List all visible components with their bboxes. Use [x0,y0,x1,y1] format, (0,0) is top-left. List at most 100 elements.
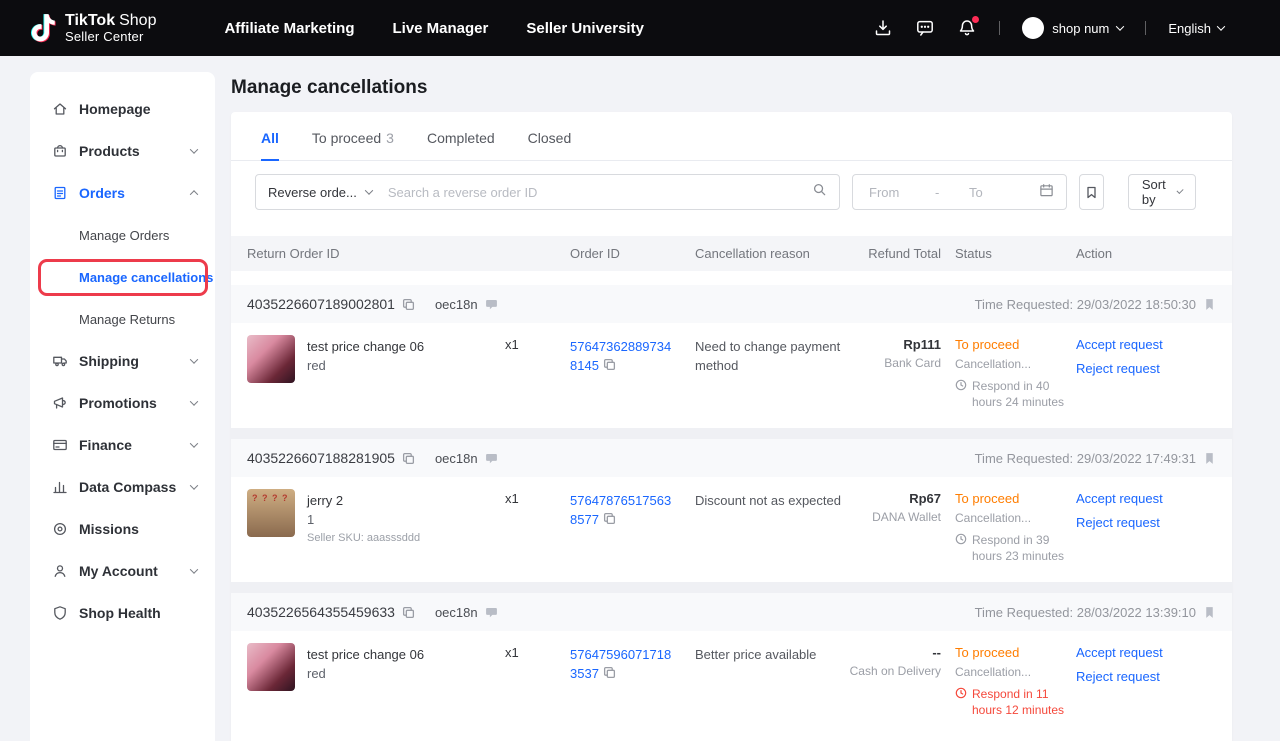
notifications-bell-icon[interactable] [957,18,977,38]
bookmark-icon[interactable] [1203,298,1216,311]
sidebar-label: Products [79,143,140,159]
order-id-link[interactable]: 576475960717183537 [570,647,671,681]
bar-chart-icon [52,479,68,495]
products-icon [52,143,68,159]
reject-request-link[interactable]: Reject request [1076,515,1216,531]
search-input[interactable] [388,185,812,200]
sidebar-item-shop-health[interactable]: Shop Health [30,592,215,634]
nav-affiliate-marketing[interactable]: Affiliate Marketing [224,20,354,37]
accept-request-link[interactable]: Accept request [1076,645,1216,661]
sort-by-button[interactable]: Sort by [1128,174,1196,210]
copy-icon[interactable] [402,452,415,465]
product-variant: red [307,356,424,375]
order-id-link[interactable]: 576473628897348145 [570,339,671,373]
nav-live-manager[interactable]: Live Manager [393,20,489,37]
divider [1145,21,1146,35]
search-group: Reverse orde... [255,174,840,210]
status-type: Cancellation... [955,665,1071,679]
product-thumbnail: ? ? ? ? [247,489,295,537]
date-range-picker[interactable]: From - To [852,174,1067,210]
table-header: Return Order ID Order ID Cancellation re… [231,236,1232,271]
respond-timer: Respond in 40 hours 24 minutes [955,378,1071,410]
bookmark-icon [1085,186,1098,199]
copy-icon[interactable] [402,298,415,311]
reject-request-link[interactable]: Reject request [1076,669,1216,685]
tab-completed[interactable]: Completed [427,130,495,160]
search-icon[interactable] [812,182,827,202]
bookmark-icon[interactable] [1203,452,1216,465]
chevron-down-icon [190,145,198,153]
sidebar-item-products[interactable]: Products [30,130,215,172]
chevron-down-icon [190,481,198,489]
sidebar-label: Missions [79,521,139,537]
chat-icon[interactable] [485,606,498,619]
buyer-name: oec18n [435,297,478,312]
status-type: Cancellation... [955,357,1071,371]
language-label: English [1168,21,1211,36]
copy-icon[interactable] [603,358,616,371]
reject-request-link[interactable]: Reject request [1076,361,1216,377]
copy-icon[interactable] [603,512,616,525]
tab-label: To proceed [312,130,381,146]
sidebar-item-promotions[interactable]: Promotions [30,382,215,424]
sidebar-item-manage-returns[interactable]: Manage Returns [30,298,215,340]
order-id-link[interactable]: 576478765175638577 [570,493,671,527]
sidebar: Homepage Products Orders Manage Orders M… [30,72,215,741]
chat-icon[interactable] [485,452,498,465]
order-item-row: ? ? ? ? jerry 2 1 Seller SKU: aaasssddd … [231,477,1232,582]
product-variant: red [307,664,424,683]
tab-closed[interactable]: Closed [528,130,572,160]
respond-timer: Respond in 39 hours 23 minutes [955,532,1071,564]
logo-text: TikTokShop Seller Center [65,12,156,44]
order-group-header: 4035226607189002801 oec18n Time Requeste… [231,285,1232,323]
sidebar-item-finance[interactable]: Finance [30,424,215,466]
copy-icon[interactable] [603,666,616,679]
sidebar-item-manage-orders[interactable]: Manage Orders [30,214,215,256]
accept-request-link[interactable]: Accept request [1076,337,1216,353]
seller-sku: Seller SKU: aaasssddd [307,532,420,544]
notification-badge [972,16,979,23]
sidebar-item-manage-cancellations[interactable]: Manage cancellations [30,256,215,298]
sidebar-item-data-compass[interactable]: Data Compass [30,466,215,508]
return-order-id: 4035226607188281905 [247,450,395,466]
sidebar-item-orders[interactable]: Orders [30,172,215,214]
status-badge: To proceed [955,337,1071,352]
truck-icon [52,353,68,369]
sidebar-label: Promotions [79,395,157,411]
payment-method: DANA Wallet [841,510,941,524]
product-variant: 1 [307,510,420,529]
chevron-down-icon [1116,22,1124,30]
person-icon [52,563,68,579]
download-icon[interactable] [873,18,893,38]
date-to: To [969,185,1039,200]
respond-timer: Respond in 11 hours 12 minutes [955,686,1071,718]
column-order-id: Order ID [555,246,686,261]
language-selector[interactable]: English [1168,21,1224,36]
sidebar-item-my-account[interactable]: My Account [30,550,215,592]
chat-icon[interactable] [485,298,498,311]
tab-all[interactable]: All [261,130,279,161]
column-status: Status [941,246,1071,261]
cancellation-reason: Need to change payment method [686,335,841,410]
sidebar-item-missions[interactable]: Missions [30,508,215,550]
sidebar-item-homepage[interactable]: Homepage [30,88,215,130]
saved-filter-button[interactable] [1079,174,1104,210]
target-icon [52,521,68,537]
order-item-row: test price change 06 red x1 576475960717… [231,631,1232,736]
id-type-dropdown[interactable]: Reverse orde... [268,185,372,200]
product-name: test price change 06 [307,337,424,356]
bookmark-icon[interactable] [1203,606,1216,619]
tab-to-proceed[interactable]: To proceed3 [312,130,394,160]
sidebar-item-shipping[interactable]: Shipping [30,340,215,382]
clock-icon [955,533,967,545]
sort-label: Sort by [1142,177,1169,207]
accept-request-link[interactable]: Accept request [1076,491,1216,507]
tiktok-shop-logo[interactable]: TikTokShop Seller Center [30,12,156,44]
copy-icon[interactable] [402,606,415,619]
nav-seller-university[interactable]: Seller University [526,20,644,37]
messages-icon[interactable] [915,18,935,38]
chevron-down-icon [1176,187,1183,194]
chevron-down-icon [190,355,198,363]
date-separator: - [935,185,969,200]
shop-account-menu[interactable]: shop num [1022,17,1123,39]
